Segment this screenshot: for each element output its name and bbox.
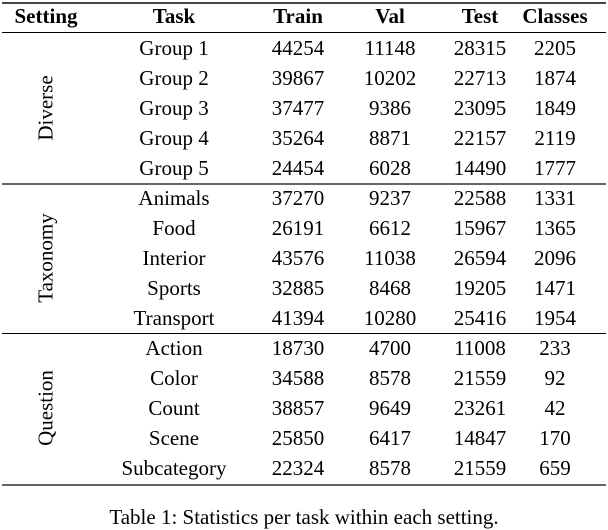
cell-task: Group 2: [139, 66, 209, 90]
table-caption: Table 1: Statistics per task within each…: [109, 505, 499, 529]
cell-task: Group 4: [139, 126, 209, 150]
setting-label: Taxonomy: [33, 213, 58, 303]
cell-classes: 92: [544, 366, 566, 390]
cell-classes: 233: [539, 336, 571, 360]
cell-classes: 1331: [534, 186, 576, 210]
cell-task: Scene: [148, 426, 200, 450]
cell-task: Food: [152, 216, 196, 240]
header-classes: Classes: [522, 4, 588, 28]
cell-train: 26191: [271, 216, 325, 240]
cell-task: Transport: [133, 306, 215, 330]
table-bottom-rule: [2, 484, 606, 486]
cell-classes: 1849: [534, 96, 576, 120]
cell-classes: 1471: [534, 276, 576, 300]
cell-classes: 1874: [534, 66, 576, 90]
cell-train: 35264: [271, 126, 325, 150]
cell-classes: 2096: [534, 246, 576, 270]
cell-classes: 659: [539, 456, 571, 480]
cell-train: 37477: [271, 96, 325, 120]
cell-task: Group 3: [139, 96, 209, 120]
cell-train: 24454: [271, 156, 325, 180]
setting-label: Diverse: [33, 75, 58, 141]
cell-task: Sports: [147, 276, 201, 300]
cell-train: 39867: [271, 66, 325, 90]
cell-train: 38857: [271, 396, 325, 420]
cell-train: 18730: [271, 336, 325, 360]
cell-train: 43576: [271, 246, 325, 270]
cell-train: 34588: [271, 366, 325, 390]
cell-classes: 1777: [534, 156, 576, 180]
cell-train: 41394: [271, 306, 325, 330]
header-setting: Setting: [14, 4, 78, 28]
setting-label: Question: [33, 370, 58, 446]
cell-task: Group 1: [139, 36, 209, 60]
cell-classes: 1954: [534, 306, 576, 330]
header-train: Train: [273, 4, 323, 28]
header-task: Task: [152, 4, 196, 28]
cell-classes: 42: [544, 396, 566, 420]
cell-train: 25850: [271, 426, 325, 450]
cell-task: Interior: [142, 246, 206, 270]
cell-train: 22324: [271, 456, 325, 480]
cell-task: Subcategory: [121, 456, 227, 480]
cell-task: Color: [150, 366, 198, 390]
cell-task: Animals: [138, 186, 210, 210]
cell-task: Group 5: [139, 156, 209, 180]
cell-task: Action: [145, 336, 203, 360]
cell-task: Count: [148, 396, 200, 420]
cell-classes: 2119: [534, 126, 576, 150]
cell-train: 44254: [271, 36, 325, 60]
cell-train: 32885: [271, 276, 325, 300]
cell-classes: 1365: [534, 216, 576, 240]
cell-classes: 2205: [534, 36, 576, 60]
cell-train: 37270: [271, 186, 325, 210]
cell-classes: 170: [539, 426, 571, 450]
